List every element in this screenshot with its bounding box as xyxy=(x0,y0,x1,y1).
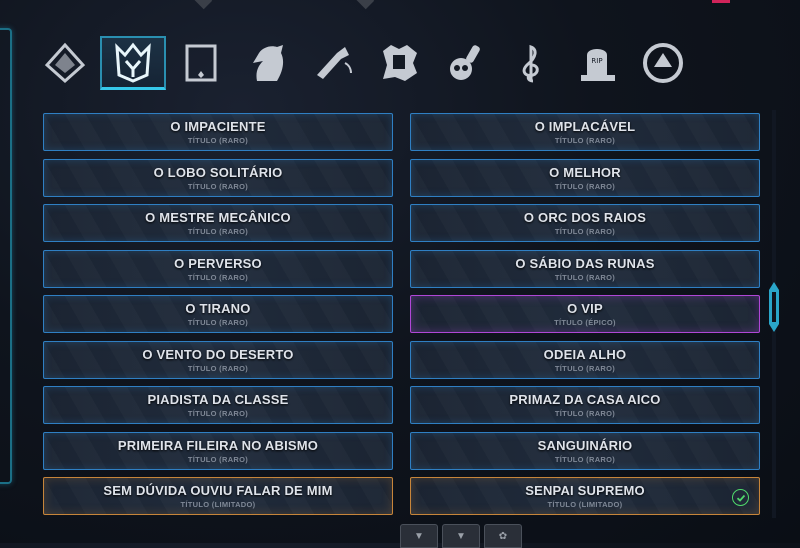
title-name: O SÁBIO DAS RUNAS xyxy=(515,255,655,271)
crystal-pyramid-icon xyxy=(44,42,86,84)
title-name: O MELHOR xyxy=(549,164,621,180)
title-rarity: TÍTULO (RARO) xyxy=(554,136,616,145)
title-rarity: TÍTULO (RARO) xyxy=(187,181,249,191)
tab-horns[interactable] xyxy=(302,36,364,90)
title-card[interactable]: O LOBO SOLITÁRIO TÍTULO (RARO) xyxy=(43,158,393,197)
bottom-tab[interactable]: ▼ xyxy=(442,524,480,548)
title-card[interactable]: SENPAI SUPREMO TÍTULO (LIMITADO) xyxy=(410,477,760,515)
top-ornament xyxy=(193,0,213,10)
card-frame-icon xyxy=(185,44,217,82)
war-horn-icon xyxy=(317,47,352,79)
category-tab-bar: RIP xyxy=(34,36,694,92)
title-name: O IMPACIENTE xyxy=(170,119,266,134)
title-rarity: TÍTULO (LIMITADO) xyxy=(547,500,623,509)
left-panel-frame xyxy=(0,28,12,484)
title-rarity: TÍTULO (RARO) xyxy=(554,181,616,191)
title-rarity: TÍTULO (RARO) xyxy=(554,227,616,236)
tab-sprays[interactable] xyxy=(434,36,496,90)
title-card[interactable]: SEM DÚVIDA OUVIU FALAR DE MIM TÍTULO (LIM… xyxy=(43,477,393,515)
title-card[interactable]: O TIRANO TÍTULO (RARO) xyxy=(43,295,393,333)
title-name: PRIMAZ DA CASA AICO xyxy=(509,392,661,407)
title-rarity: TÍTULO (RARO) xyxy=(187,136,249,145)
treble-clef-icon xyxy=(522,44,539,83)
title-name: O VENTO DO DESERTO xyxy=(142,346,294,362)
title-rarity: TÍTULO (RARO) xyxy=(187,227,249,236)
title-rarity: TÍTULO (RARO) xyxy=(554,363,616,373)
bottom-tab[interactable]: ✿ xyxy=(484,524,522,548)
top-ornament xyxy=(355,0,375,10)
title-card[interactable]: O PERVERSO TÍTULO (RARO) xyxy=(43,249,393,288)
title-name: SENPAI SUPREMO xyxy=(525,483,645,498)
title-name: O IMPLACÁVEL xyxy=(534,119,636,134)
title-name: PRIMEIRA FILEIRA NO ABISMO xyxy=(117,437,319,453)
tab-banners[interactable] xyxy=(368,36,430,90)
horse-head-icon xyxy=(253,45,284,81)
tab-titles[interactable] xyxy=(100,36,166,90)
title-name: O ORC DOS RAIOS xyxy=(523,210,647,225)
tab-crystal[interactable] xyxy=(34,36,96,90)
title-card[interactable]: SANGUINÁRIO TÍTULO (RARO) xyxy=(410,431,760,470)
title-card[interactable]: O MESTRE MECÂNICO TÍTULO (RARO) xyxy=(43,204,393,242)
top-accent-bar xyxy=(712,0,730,3)
title-name: O LOBO SOLITÁRIO xyxy=(153,164,283,180)
title-card[interactable]: O VIP TÍTULO (ÉPICO) xyxy=(410,295,760,333)
title-rarity: TÍTULO (RARO) xyxy=(554,272,616,282)
title-rarity: TÍTULO (RARO) xyxy=(187,272,249,282)
title-card[interactable]: PRIMAZ DA CASA AICO TÍTULO (RARO) xyxy=(410,386,760,424)
torn-banner-icon xyxy=(383,45,417,81)
tombstone-rip-icon: RIP xyxy=(581,49,615,81)
title-card[interactable]: O IMPLACÁVEL TÍTULO (RARO) xyxy=(410,113,760,151)
title-card[interactable]: O MELHOR TÍTULO (RARO) xyxy=(410,158,760,197)
title-name: O PERVERSO xyxy=(174,255,262,271)
title-rarity: TÍTULO (RARO) xyxy=(554,409,616,418)
title-name: O TIRANO xyxy=(185,301,251,316)
tab-mounts[interactable] xyxy=(236,36,298,90)
title-rarity: TÍTULO (LIMITADO) xyxy=(180,500,256,509)
tab-tombstones[interactable]: RIP xyxy=(566,36,628,90)
skull-brush-icon xyxy=(450,45,480,80)
title-rarity: TÍTULO (RARO) xyxy=(187,318,249,327)
bottom-tab-strip: ▼ ▼ ✿ xyxy=(400,524,522,548)
equipped-check-icon xyxy=(732,489,749,506)
title-card[interactable]: PIADISTA DA CLASSE TÍTULO (RARO) xyxy=(43,386,393,424)
title-name: SEM DÚVIDA OUVIU FALAR DE MIM xyxy=(103,483,333,498)
title-rarity: TÍTULO (RARO) xyxy=(187,454,249,464)
title-card[interactable]: O IMPACIENTE TÍTULO (RARO) xyxy=(43,113,393,151)
title-name: O MESTRE MECÂNICO xyxy=(145,210,291,225)
title-card[interactable]: ODEIA ALHO TÍTULO (RARO) xyxy=(410,340,760,379)
tab-emblems[interactable] xyxy=(632,36,694,90)
crown-emblem-icon xyxy=(115,42,151,83)
title-rarity: TÍTULO (ÉPICO) xyxy=(554,318,616,327)
title-card[interactable]: PRIMEIRA FILEIRA NO ABISMO TÍTULO (RARO) xyxy=(43,431,393,470)
tab-card-frames[interactable] xyxy=(170,36,232,90)
title-card[interactable]: O SÁBIO DAS RUNAS TÍTULO (RARO) xyxy=(410,249,760,288)
tab-music[interactable] xyxy=(500,36,562,90)
tombstone-label: RIP xyxy=(591,57,602,65)
title-card[interactable]: O ORC DOS RAIOS TÍTULO (RARO) xyxy=(410,204,760,242)
title-rarity: TÍTULO (RARO) xyxy=(187,363,249,373)
scrollbar-thumb[interactable] xyxy=(769,282,779,332)
title-card[interactable]: O VENTO DO DESERTO TÍTULO (RARO) xyxy=(43,340,393,379)
mini-emblem-icon: ▼ xyxy=(456,530,466,542)
title-name: SANGUINÁRIO xyxy=(537,437,633,453)
title-name: PIADISTA DA CLASSE xyxy=(147,392,289,407)
bottom-tab[interactable]: ▼ xyxy=(400,524,438,548)
title-list: O IMPACIENTE TÍTULO (RARO) O IMPLACÁVEL TÍT… xyxy=(43,113,760,515)
mini-emblem-icon: ▼ xyxy=(414,530,424,542)
mini-gear-icon: ✿ xyxy=(498,530,508,542)
round-emblem-icon xyxy=(643,43,683,83)
title-name: ODEIA ALHO xyxy=(543,346,627,362)
title-rarity: TÍTULO (RARO) xyxy=(187,409,249,418)
title-rarity: TÍTULO (RARO) xyxy=(554,454,616,464)
title-name: O VIP xyxy=(567,301,603,316)
